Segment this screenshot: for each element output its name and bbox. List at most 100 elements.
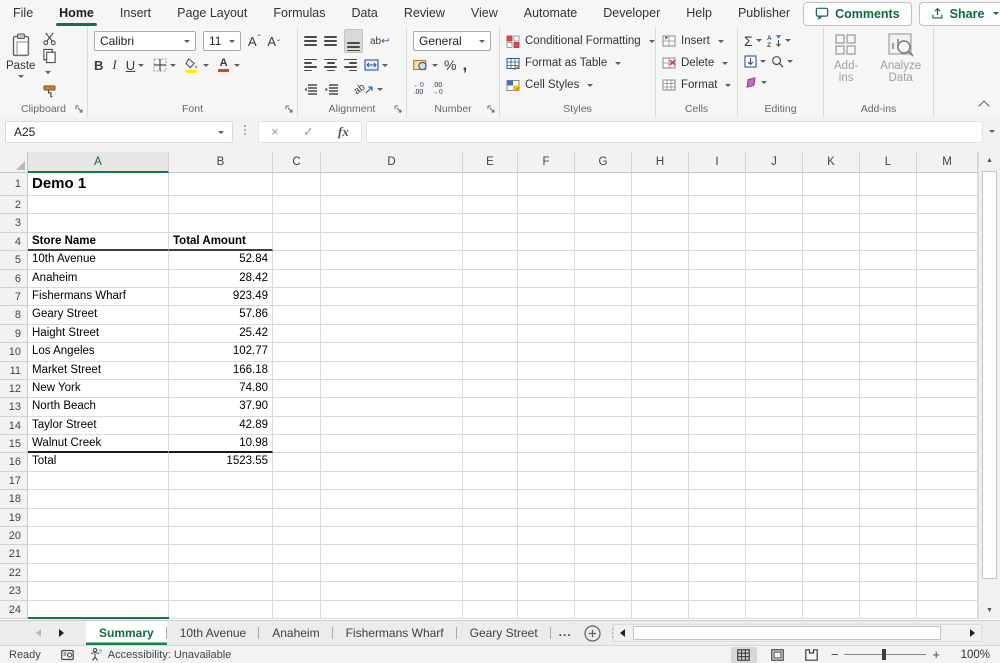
cell-D21[interactable] [321,545,463,563]
cell-K15[interactable] [803,435,860,453]
cell-G15[interactable] [575,435,632,453]
cell-A8[interactable]: Geary Street [28,306,169,324]
cell-K22[interactable] [803,564,860,582]
cell-I20[interactable] [689,527,746,545]
clipboard-dialog-launcher[interactable] [75,105,84,114]
cell-B20[interactable] [169,527,273,545]
row-header-17[interactable]: 17 [0,472,28,490]
cell-G22[interactable] [575,564,632,582]
cell-E8[interactable] [463,306,518,324]
copy-button[interactable] [42,48,57,82]
column-header-g[interactable]: G [575,152,632,173]
sheet-tab-anaheim[interactable]: Anaheim [259,621,332,645]
align-right-button[interactable] [344,59,357,72]
cell-H10[interactable] [632,343,689,361]
orientation-button[interactable]: ab [354,84,383,95]
cell-K14[interactable] [803,417,860,435]
horizontal-scrollbar[interactable] [613,624,982,642]
cell-L5[interactable] [860,251,917,269]
row-header-5[interactable]: 5 [0,251,28,269]
cell-M23[interactable] [917,582,978,600]
format-as-table-button[interactable]: Format as Table [506,53,655,73]
cell-H5[interactable] [632,251,689,269]
cell-D1[interactable] [321,173,463,196]
row-header-20[interactable]: 20 [0,527,28,545]
increase-indent-button[interactable] [325,84,339,95]
cell-C10[interactable] [273,343,321,361]
find-select-button[interactable] [771,55,793,68]
column-header-k[interactable]: K [803,152,860,173]
cell-F24[interactable] [518,601,575,619]
cell-K7[interactable] [803,288,860,306]
row-header-1[interactable]: 1 [0,173,28,196]
cell-F3[interactable] [518,214,575,232]
ribbon-tab-review[interactable]: Review [391,0,458,27]
cell-I10[interactable] [689,343,746,361]
column-header-m[interactable]: M [917,152,978,173]
cell-D2[interactable] [321,196,463,214]
row-header-10[interactable]: 10 [0,343,28,361]
cell-C24[interactable] [273,601,321,619]
cell-G17[interactable] [575,472,632,490]
cell-I2[interactable] [689,196,746,214]
cell-H12[interactable] [632,380,689,398]
cell-F17[interactable] [518,472,575,490]
column-header-j[interactable]: J [746,152,803,173]
cell-G9[interactable] [575,325,632,343]
cell-B3[interactable] [169,214,273,232]
cell-B24[interactable] [169,601,273,619]
cell-H20[interactable] [632,527,689,545]
cell-E3[interactable] [463,214,518,232]
align-left-button[interactable] [304,59,317,72]
cell-I21[interactable] [689,545,746,563]
cell-J9[interactable] [746,325,803,343]
row-header-8[interactable]: 8 [0,306,28,324]
cell-E21[interactable] [463,545,518,563]
fill-color-button[interactable] [185,58,198,73]
cell-M6[interactable] [917,270,978,288]
cell-L9[interactable] [860,325,917,343]
cell-J12[interactable] [746,380,803,398]
format-cells-button[interactable]: Format [662,75,731,95]
cell-I3[interactable] [689,214,746,232]
cell-J7[interactable] [746,288,803,306]
cell-K24[interactable] [803,601,860,619]
cell-D8[interactable] [321,306,463,324]
cell-M10[interactable] [917,343,978,361]
cell-B5[interactable]: 52.84 [169,251,273,269]
column-header-h[interactable]: H [632,152,689,173]
cell-D5[interactable] [321,251,463,269]
cell-K12[interactable] [803,380,860,398]
increase-decimal-button[interactable]: ←0.00 [413,82,424,96]
cell-G5[interactable] [575,251,632,269]
sort-filter-button[interactable]: A Z [767,34,791,47]
cell-B7[interactable]: 923.49 [169,288,273,306]
cell-J2[interactable] [746,196,803,214]
cell-C4[interactable] [273,233,321,251]
cell-K8[interactable] [803,306,860,324]
cell-K2[interactable] [803,196,860,214]
cell-F21[interactable] [518,545,575,563]
name-box[interactable]: A25 [5,121,233,143]
ribbon-tab-help[interactable]: Help [673,0,725,27]
cell-A11[interactable]: Market Street [28,362,169,380]
row-header-4[interactable]: 4 [0,233,28,251]
cell-A17[interactable] [28,472,169,490]
cell-A9[interactable]: Haight Street [28,325,169,343]
cell-M18[interactable] [917,490,978,508]
cell-J21[interactable] [746,545,803,563]
cell-A10[interactable]: Los Angeles [28,343,169,361]
cell-L19[interactable] [860,509,917,527]
delete-cells-button[interactable]: Delete [662,53,731,73]
sheet-tab-10th-avenue[interactable]: 10th Avenue [167,621,260,645]
column-header-f[interactable]: F [518,152,575,173]
cell-E5[interactable] [463,251,518,269]
cell-J5[interactable] [746,251,803,269]
cell-K9[interactable] [803,325,860,343]
cell-B13[interactable]: 37.90 [169,398,273,416]
cell-G23[interactable] [575,582,632,600]
cell-D17[interactable] [321,472,463,490]
cell-E15[interactable] [463,435,518,453]
row-header-12[interactable]: 12 [0,380,28,398]
cell-I9[interactable] [689,325,746,343]
